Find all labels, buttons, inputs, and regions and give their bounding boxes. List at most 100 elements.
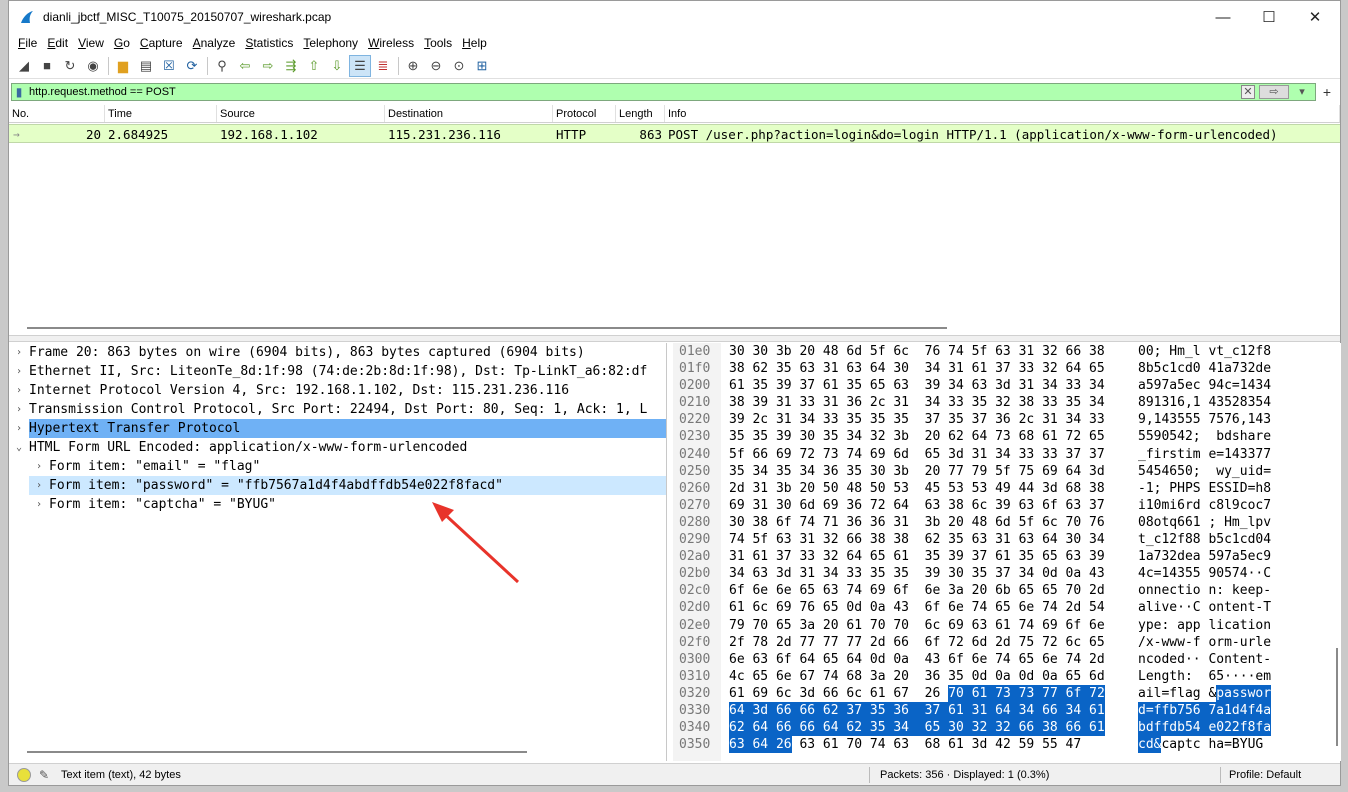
bytes-vscrollbar[interactable] — [1336, 648, 1338, 746]
stop-capture-icon[interactable]: ■ — [36, 55, 58, 77]
bytes-row[interactable]: 0330 64 3d 66 66 62 37 35 36 37 61 31 64 … — [673, 701, 1341, 719]
menu-file[interactable]: File — [13, 36, 42, 50]
bytes-row[interactable]: 0260 2d 31 3b 20 50 48 50 53 45 53 53 49 … — [673, 479, 1341, 497]
add-filter-button-icon[interactable]: + — [1316, 84, 1338, 100]
bytes-row[interactable]: 0350 63 64 26 63 61 70 74 63 68 61 3d 42 … — [673, 736, 1341, 754]
expand-arrow-icon[interactable]: › — [9, 381, 29, 400]
resize-columns-icon[interactable]: ⊞ — [471, 55, 493, 77]
collapse-arrow-icon[interactable]: ⌄ — [9, 438, 29, 457]
menu-help[interactable]: Help — [457, 36, 492, 50]
bytes-row[interactable]: 0300 6e 63 6f 64 65 64 0d 0a 43 6f 6e 74 … — [673, 650, 1341, 668]
expand-arrow-icon[interactable]: › — [29, 476, 49, 495]
expert-info-icon[interactable] — [17, 767, 31, 782]
go-forward-icon[interactable]: ⇨ — [257, 55, 279, 77]
autoscroll-icon[interactable]: ☰ — [349, 54, 371, 77]
menu-edit[interactable]: Edit — [42, 36, 73, 50]
menu-telephony[interactable]: Telephony — [298, 36, 363, 50]
last-packet-icon[interactable]: ⇩ — [326, 55, 348, 77]
col-time[interactable]: Time — [105, 105, 217, 122]
apply-filter-icon[interactable]: ⇨ — [1259, 84, 1289, 99]
expand-arrow-icon[interactable]: › — [9, 362, 29, 381]
detail-form-item-captcha[interactable]: › Form item: "captcha" = "BYUG" — [9, 495, 666, 514]
capture-options-icon[interactable]: ◉ — [82, 55, 104, 77]
menu-go[interactable]: Go — [109, 36, 135, 50]
byte-offset: 0200 — [679, 377, 719, 395]
minimize-button[interactable]: — — [1200, 1, 1246, 33]
bytes-row[interactable]: 0270 69 31 30 6d 69 36 72 64 63 38 6c 39 … — [673, 496, 1341, 514]
detail-frame[interactable]: › Frame 20: 863 bytes on wire (6904 bits)… — [9, 343, 666, 362]
bytes-row[interactable]: 01f0 38 62 35 63 31 63 64 30 34 31 61 37 … — [673, 360, 1341, 378]
bytes-row[interactable]: 02a0 31 61 37 33 32 64 65 61 35 39 37 61 … — [673, 548, 1341, 566]
menu-analyze[interactable]: Analyze — [188, 36, 241, 50]
detail-tcp[interactable]: › Transmission Control Protocol, Src Port… — [9, 400, 666, 419]
bytes-row[interactable]: 0290 74 5f 63 31 32 66 38 38 62 35 63 31 … — [673, 531, 1341, 549]
bookmark-icon[interactable]: ▮ — [12, 84, 26, 100]
bytes-row[interactable]: 02f0 2f 78 2d 77 77 77 2d 66 6f 72 6d 2d … — [673, 633, 1341, 651]
expand-arrow-icon[interactable]: › — [9, 343, 29, 362]
col-source[interactable]: Source — [217, 105, 385, 122]
expand-arrow-icon[interactable]: › — [29, 495, 49, 514]
maximize-button[interactable]: ☐ — [1246, 1, 1292, 33]
bytes-row[interactable]: 0320 61 69 6c 3d 66 6c 61 67 26 70 61 73 … — [673, 684, 1341, 702]
clear-filter-icon[interactable]: ✕ — [1241, 84, 1255, 99]
expand-arrow-icon[interactable]: › — [9, 400, 29, 419]
menu-view[interactable]: View — [73, 36, 109, 50]
close-file-icon[interactable]: ☒ — [158, 55, 180, 77]
first-packet-icon[interactable]: ⇧ — [303, 55, 325, 77]
display-filter-input[interactable]: ▮ http.request.method == POST ✕ ⇨ ▾ — [11, 82, 1316, 101]
col-destination[interactable]: Destination — [385, 105, 553, 122]
shark-fin-start-icon[interactable]: ◢ — [13, 55, 35, 77]
bytes-row[interactable]: 02d0 61 6c 69 76 65 0d 0a 43 6f 6e 74 65 … — [673, 599, 1341, 617]
menu-capture[interactable]: Capture — [135, 36, 188, 50]
packet-row[interactable]: → 20 2.684925 192.168.1.102 115.231.236.… — [9, 124, 1340, 143]
bytes-row[interactable]: 0310 4c 65 6e 67 74 68 3a 20 36 35 0d 0a … — [673, 667, 1341, 685]
detail-http[interactable]: › Hypertext Transfer Protocol — [9, 419, 666, 438]
bytes-row[interactable]: 0230 35 35 39 30 35 34 32 3b 20 62 64 73 … — [673, 428, 1341, 446]
reload-file-icon[interactable]: ⟳ — [181, 55, 203, 77]
detail-form-item-password[interactable]: › Form item: "password" = "ffb7567a1d4f4a… — [9, 476, 666, 495]
filter-history-dropdown-icon[interactable]: ▾ — [1293, 85, 1311, 99]
zoom-out-icon[interactable]: ⊖ — [425, 55, 447, 77]
open-file-icon[interactable]: ▆ — [112, 55, 134, 77]
detail-html-form[interactable]: ⌄ HTML Form URL Encoded: application/x-ww… — [9, 438, 666, 457]
close-button[interactable]: ✕ — [1292, 1, 1338, 33]
menu-tools[interactable]: Tools — [419, 36, 457, 50]
bytes-row[interactable]: 0240 5f 66 69 72 73 74 69 6d 65 3d 31 34 … — [673, 445, 1341, 463]
detail-ethernet[interactable]: › Ethernet II, Src: LiteonTe_8d:1f:98 (74… — [9, 362, 666, 381]
normal-size-icon[interactable]: ⊙ — [448, 55, 470, 77]
colorize-icon[interactable]: ≣ — [372, 55, 394, 77]
find-packet-icon[interactable]: ⚲ — [211, 55, 233, 77]
col-info[interactable]: Info — [665, 105, 1340, 122]
detail-ipv4[interactable]: › Internet Protocol Version 4, Src: 192.1… — [9, 381, 666, 400]
restart-capture-icon[interactable]: ↻ — [59, 55, 81, 77]
col-no[interactable]: No. — [9, 105, 105, 122]
bytes-row[interactable]: 02e0 79 70 65 3a 20 61 70 70 6c 69 63 61 … — [673, 616, 1341, 634]
menu-statistics[interactable]: Statistics — [240, 36, 298, 50]
col-protocol[interactable]: Protocol — [553, 105, 616, 122]
zoom-in-icon[interactable]: ⊕ — [402, 55, 424, 77]
packet-list-hscrollbar[interactable] — [27, 327, 947, 329]
bytes-row[interactable]: 02b0 34 63 3d 31 34 33 35 35 39 30 35 37 … — [673, 565, 1341, 583]
status-profile[interactable]: Profile: Default — [1229, 769, 1301, 781]
expand-arrow-icon[interactable]: › — [29, 457, 49, 476]
bytes-row[interactable]: 02c0 6f 6e 6e 65 63 74 69 6f 6e 3a 20 6b … — [673, 582, 1341, 600]
bytes-row[interactable]: 0340 62 64 66 66 64 62 35 34 65 30 32 32 … — [673, 719, 1341, 737]
bytes-row[interactable]: 0280 30 38 6f 74 71 36 36 31 3b 20 48 6d … — [673, 513, 1341, 531]
col-length[interactable]: Length — [616, 105, 665, 122]
detail-form-item-email[interactable]: › Form item: "email" = "flag" — [9, 457, 666, 476]
bytes-row[interactable]: 0210 38 39 31 33 31 36 2c 31 34 33 35 32 … — [673, 394, 1341, 412]
bytes-row[interactable]: 0250 35 34 35 34 36 35 30 3b 20 77 79 5f … — [673, 462, 1341, 480]
byte-offset: 0300 — [679, 650, 719, 668]
go-back-icon[interactable]: ⇦ — [234, 55, 256, 77]
bytes-row[interactable]: 0200 61 35 39 37 61 35 65 63 39 34 63 3d … — [673, 377, 1341, 395]
bytes-row[interactable]: 0220 39 2c 31 34 33 35 35 35 37 35 37 36 … — [673, 411, 1341, 429]
details-hscrollbar[interactable] — [27, 751, 527, 753]
pane-splitter[interactable] — [9, 335, 1340, 342]
menu-wireless[interactable]: Wireless — [363, 36, 419, 50]
expand-arrow-icon[interactable]: › — [9, 419, 29, 438]
go-to-packet-icon[interactable]: ⇶ — [280, 55, 302, 77]
ascii-bytes: ail=flag & — [1138, 685, 1217, 701]
bytes-row[interactable]: 01e0 30 30 3b 20 48 6d 5f 6c 76 74 5f 63 … — [673, 343, 1341, 360]
capture-comment-icon[interactable]: ✎ — [39, 768, 53, 782]
file-set-icon[interactable]: ▤ — [135, 55, 157, 77]
